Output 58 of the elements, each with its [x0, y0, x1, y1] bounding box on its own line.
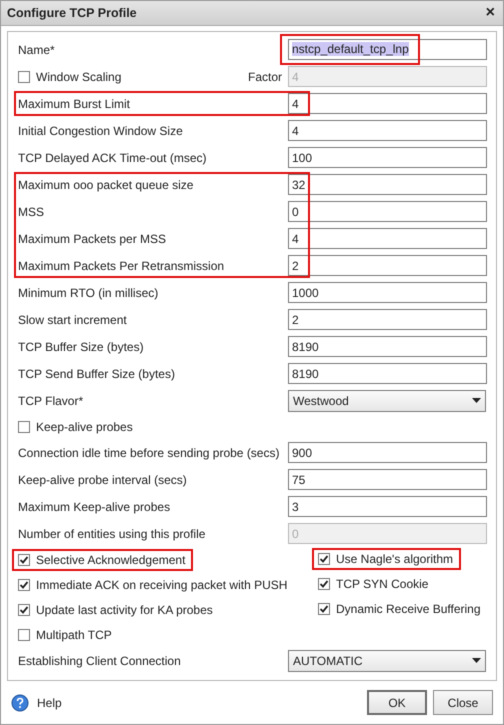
input-field[interactable]: 4	[288, 228, 487, 249]
caret-icon	[472, 398, 481, 403]
dialog-button[interactable]: Close	[433, 690, 493, 715]
field-label: Connection idle time before sending probe (secs)	[18, 446, 280, 460]
help-link[interactable]: Help	[37, 696, 62, 710]
input-field[interactable]: 8190	[288, 336, 487, 357]
caret-icon	[472, 658, 481, 663]
check-icon	[319, 604, 329, 614]
check-icon	[19, 604, 29, 614]
input-field[interactable]: 0	[288, 201, 487, 222]
check-icon	[19, 580, 29, 590]
checkbox[interactable]: Multipath TCP	[18, 628, 112, 642]
selected-text: nstcp_default_tcp_lnp	[292, 42, 409, 56]
field-label: Minimum RTO (in millisec)	[18, 286, 158, 300]
input-field[interactable]: 1000	[288, 282, 487, 303]
field-label: Establishing Client Connection	[18, 654, 181, 668]
input-field[interactable]: 2	[288, 309, 487, 330]
field-label: Maximum Burst Limit	[18, 96, 130, 110]
input-field[interactable]: 32	[288, 174, 487, 195]
checkbox[interactable]: Keep-alive probes	[18, 420, 133, 434]
check-icon	[319, 579, 329, 589]
input-field[interactable]: 100	[288, 147, 487, 168]
checkbox[interactable]: TCP SYN Cookie	[318, 577, 428, 591]
checkbox[interactable]: Update last activity for KA probes	[18, 602, 213, 616]
checkbox[interactable]: Dynamic Receive Buffering	[318, 602, 481, 616]
field-label: Maximum ooo packet queue size	[18, 178, 194, 192]
field-label: Initial Congestion Window Size	[18, 124, 183, 138]
field-label: TCP Delayed ACK Time-out (msec)	[18, 150, 207, 164]
input-field[interactable]: 3	[288, 496, 487, 517]
check-icon	[319, 554, 329, 564]
field-label: Slow start increment	[18, 312, 127, 326]
check-icon	[19, 554, 29, 564]
dropdown[interactable]: AUTOMATIC	[288, 650, 486, 672]
field-label: TCP Send Buffer Size (bytes)	[18, 366, 175, 380]
input-field[interactable]: 8190	[288, 363, 487, 384]
field-label: TCP Buffer Size (bytes)	[18, 340, 144, 354]
field-label: Factor	[248, 70, 282, 84]
input-field[interactable]: 900	[288, 442, 487, 463]
input-field[interactable]: 75	[288, 469, 487, 490]
field-label: Maximum Packets Per Retransmission	[18, 258, 224, 272]
window-title: Configure TCP Profile	[7, 6, 137, 20]
dialog-button[interactable]: OK	[367, 690, 427, 715]
input-field[interactable]: 2	[288, 255, 487, 276]
input-field[interactable]: 4	[288, 120, 487, 141]
field-label: Maximum Packets per MSS	[18, 232, 166, 246]
dropdown[interactable]: Westwood	[288, 390, 486, 412]
field-label: MSS	[18, 204, 44, 218]
checkbox[interactable]: Use Nagle's algorithm	[318, 552, 454, 566]
input-field[interactable]: 4	[288, 93, 487, 114]
field-label: Keep-alive probe interval (secs)	[18, 472, 187, 486]
close-button[interactable]: ×	[486, 4, 495, 22]
checkbox[interactable]: Immediate ACK on receiving packet with PUSH	[18, 578, 288, 592]
field-label: Name*	[18, 42, 55, 56]
field-label: TCP Flavor*	[18, 394, 84, 408]
field-label: Maximum Keep-alive probes	[18, 500, 170, 514]
help-icon	[11, 694, 29, 712]
field-label: Number of entities using this profile	[18, 526, 206, 540]
checkbox[interactable]: Selective Acknowledgement	[18, 552, 186, 566]
